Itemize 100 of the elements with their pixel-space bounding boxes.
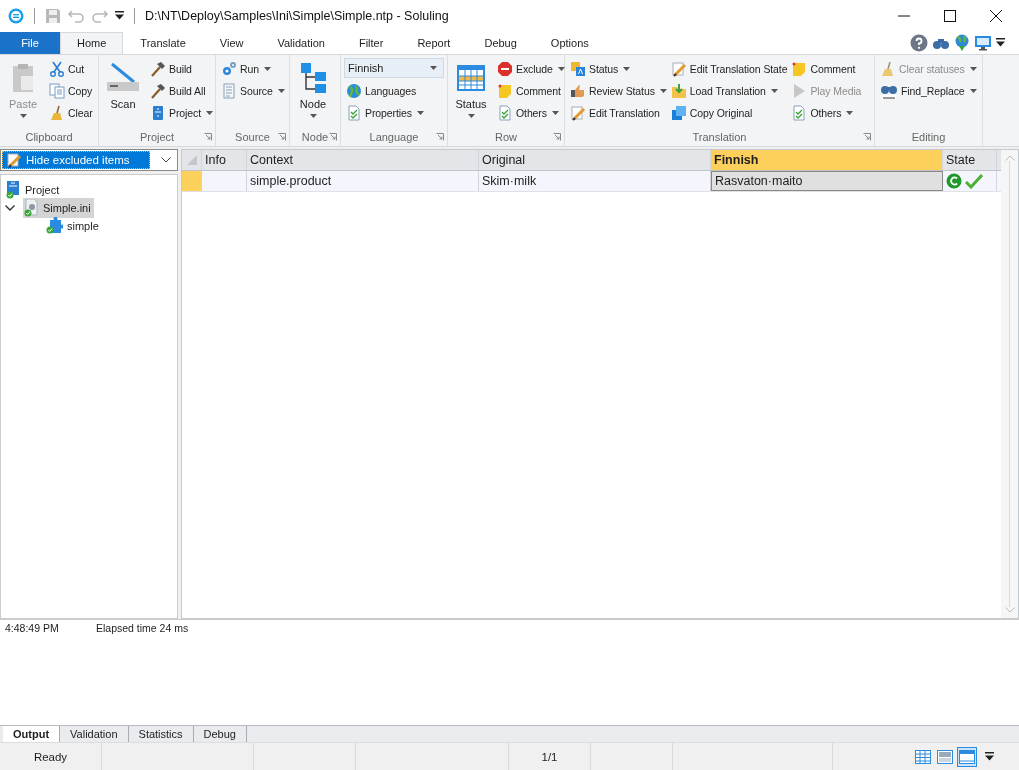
expander-button[interactable] [5,205,15,212]
column-header[interactable]: Finnish [711,150,943,171]
ribbon-button[interactable]: Others [789,101,864,124]
puzzle-piece-icon [45,217,63,236]
ribbon-button[interactable]: Edit Translation [568,101,669,124]
ribbon-button[interactable]: Project [148,101,215,124]
launcher-icon [863,133,871,142]
ribbon-button[interactable]: Build All [148,79,215,102]
ribbon-button[interactable]: Cut [47,57,95,80]
ribbon-button[interactable]: Exclude [495,57,567,80]
close-icon [990,9,1002,22]
options-caret-button[interactable] [996,38,1005,48]
thumbs-up-icon [570,82,586,99]
checklist-icon [791,104,808,121]
ribbon-button[interactable]: Build [148,57,215,80]
dialog-launcher-button[interactable] [278,133,286,142]
sticky-note-icon [497,82,513,99]
tree-item[interactable]: Project [5,180,63,201]
ribbon-button[interactable]: Comment [789,57,864,80]
tree-item[interactable]: simple [45,216,102,237]
launcher-icon [278,133,286,142]
ribbon-button[interactable]: Run [219,57,287,80]
status-text: Ready [0,743,102,770]
caret-icon [551,110,559,115]
caret-icon [263,66,271,71]
ribbon-tab[interactable]: Filter [341,31,401,54]
dialog-launcher-button[interactable] [553,133,561,142]
caret-icon [206,110,213,115]
dialog-launcher-button[interactable] [436,133,444,142]
ribbon-tab[interactable]: Home [60,31,124,54]
file-menu-tab[interactable]: File [0,31,60,54]
dialog-launcher-button[interactable] [863,133,871,142]
ribbon-button[interactable]: Copy [47,79,95,102]
layout-icon [937,749,953,764]
column-header[interactable]: State [943,150,997,171]
ribbon-button[interactable]: Review Status [568,79,669,102]
monitor-icon [974,34,992,51]
help-button[interactable] [910,33,928,52]
ribbon-button[interactable]: Edit Translation State [668,57,790,80]
ribbon-button[interactable]: Node [293,57,333,120]
ribbon-button[interactable]: Load Translation [668,79,790,102]
ribbon-tab[interactable]: Translate [123,31,203,54]
ribbon-button[interactable]: Copy Original [668,101,790,124]
column-header[interactable]: Context [247,150,479,171]
ribbon-button[interactable]: Status [451,57,491,120]
pencil-icon [670,60,687,77]
language-dropdown[interactable]: Finnish [344,57,444,78]
ribbon-tab[interactable]: Options [533,31,606,54]
pencil-icon [570,104,586,121]
sticky-note-icon [791,60,808,77]
launcher-icon [553,133,561,142]
ribbon-button[interactable]: Source [219,79,287,102]
caret-icon [969,66,977,71]
undo-icon [67,7,85,24]
ini-file-icon [23,199,39,218]
caret-icon [430,65,437,70]
caret-icon [309,113,317,118]
ribbon-button[interactable]: Scan [102,57,144,120]
squares-icon [670,104,687,121]
caret-icon [770,88,778,93]
ribbon-button[interactable]: Status [568,57,669,80]
caret-icon [416,110,424,115]
vertical-scrollbar[interactable] [1001,150,1018,618]
table-cell: simple.product [247,171,479,192]
layout-icon [959,749,975,764]
caret-icon [467,113,475,118]
stop-sign-icon [497,60,513,77]
ribbon-tab[interactable]: Validation [260,31,342,54]
hammer-icon [150,60,166,77]
tree-item[interactable]: Simple.ini [23,198,94,219]
document-icon [221,82,237,99]
ribbon-tab[interactable]: Debug [467,31,534,54]
launcher-icon [329,133,337,142]
corner-triangle-icon [186,155,197,166]
filter-dropdown[interactable]: Hide excluded items [0,149,178,172]
checklist-icon [497,104,513,121]
ribbon-button[interactable]: Find_Replace [878,79,979,102]
web-button[interactable] [954,33,970,52]
ribbon-button[interactable]: Languages [344,79,444,102]
layout-icon [915,749,931,764]
folder-icon [670,82,687,99]
log-message: Elapsed time 24 ms [96,621,189,634]
documents-icon [49,82,65,99]
dialog-launcher-button[interactable] [329,133,337,142]
project-icon [5,181,21,200]
launcher-icon [436,133,444,142]
caret-icon [623,66,631,71]
group-label: Translation [692,131,747,144]
ribbon-button[interactable]: Others [495,101,567,124]
display-button[interactable] [974,34,992,51]
dialog-launcher-button[interactable] [204,133,212,142]
panel-tab[interactable]: Output [3,726,61,743]
ribbon-tab[interactable]: Report [400,31,468,54]
ribbon-button[interactable]: Properties [344,101,444,124]
status-text: 1/1 [509,743,591,770]
ribbon-button[interactable]: Clear [47,101,95,124]
ribbon-tab[interactable]: View [202,31,261,54]
ribbon-button[interactable]: Comment [495,79,567,102]
column-header[interactable]: Info [202,150,247,171]
view-button[interactable] [957,746,977,767]
